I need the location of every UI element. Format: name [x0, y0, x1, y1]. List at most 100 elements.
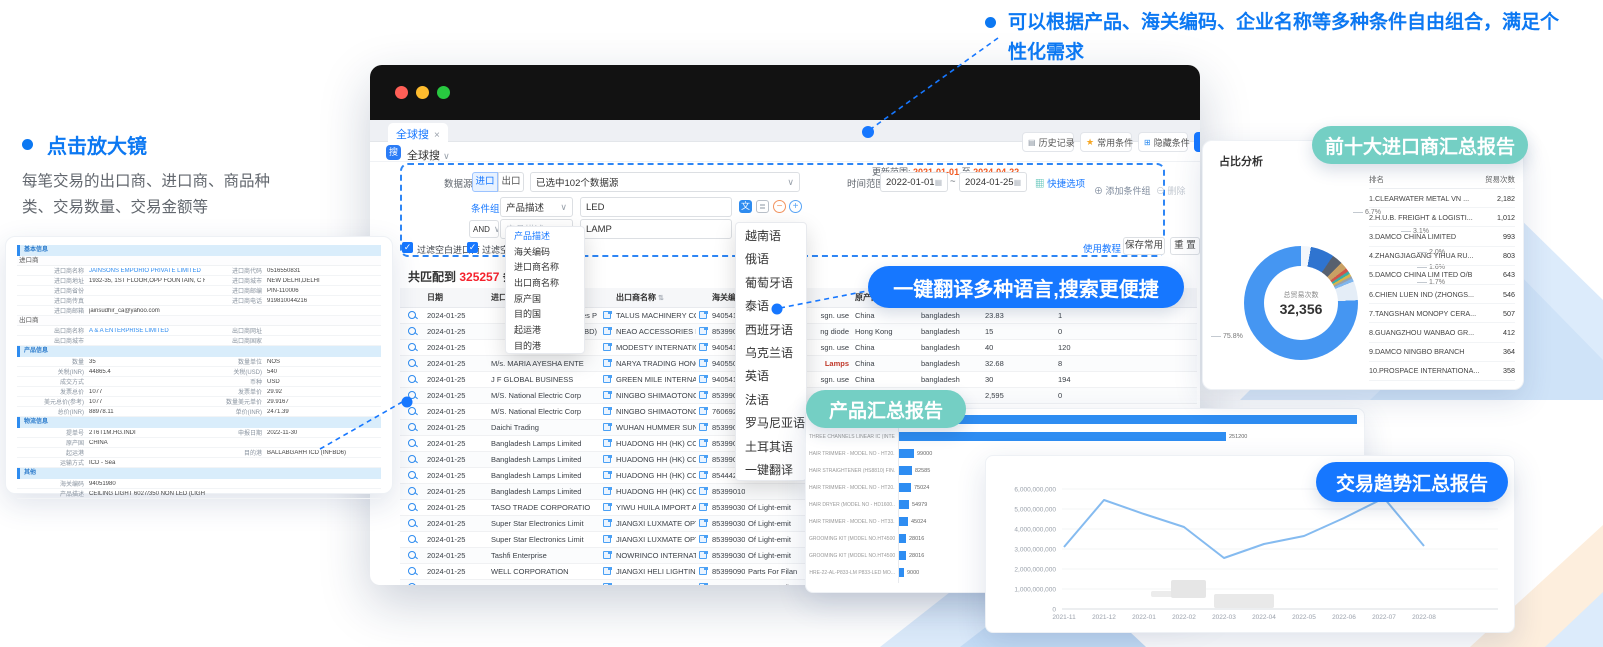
external-link-icon[interactable]	[603, 375, 611, 383]
magnifier-icon[interactable]	[408, 343, 416, 351]
magnifier-icon[interactable]	[408, 359, 416, 367]
tab-global-search[interactable]: 全球搜×	[388, 123, 448, 142]
external-link-icon[interactable]	[699, 567, 707, 575]
external-link-icon[interactable]	[699, 311, 707, 319]
datasource-select[interactable]: 已选中102个数据源∨	[530, 172, 800, 192]
remove-condition-icon[interactable]: −	[773, 200, 786, 213]
external-link-icon[interactable]	[603, 535, 611, 543]
add-condition-group[interactable]: ⊕ 添加条件组	[1094, 184, 1151, 197]
translate-icon[interactable]: 文	[739, 200, 752, 213]
magnifier-icon[interactable]	[408, 327, 416, 335]
external-link-icon[interactable]	[603, 343, 611, 351]
quick-options-link[interactable]: ▦ 快捷选项	[1035, 176, 1085, 190]
match-mode-icon[interactable]: ≣	[756, 200, 769, 213]
history-button[interactable]: ▤历史记录	[1022, 132, 1074, 152]
external-link-icon[interactable]	[699, 439, 707, 447]
magnifier-icon[interactable]	[408, 439, 416, 447]
external-link-icon[interactable]	[603, 423, 611, 431]
list-item[interactable]: 4.ZHANGJIAGANG YIHUA RU...803	[1369, 247, 1515, 266]
list-item[interactable]: 9.DAMCO NINGBO BRANCH364	[1369, 343, 1515, 362]
lang-menu-item[interactable]: 葡萄牙语	[736, 270, 806, 293]
maximize-window-icon[interactable]	[437, 86, 450, 99]
and-or-select[interactable]: AND∨	[469, 220, 499, 238]
external-link-icon[interactable]	[603, 391, 611, 399]
lang-menu-item[interactable]: 法语	[736, 387, 806, 410]
magnifier-icon[interactable]	[408, 407, 416, 415]
external-link-icon[interactable]	[603, 503, 611, 511]
magnifier-icon[interactable]	[408, 583, 416, 586]
list-item[interactable]: 5.DAMCO CHINA LIM ITED O/B643	[1369, 266, 1515, 285]
external-link-icon[interactable]	[699, 343, 707, 351]
external-link-icon[interactable]	[603, 455, 611, 463]
sort-icon[interactable]: ⇅	[658, 295, 664, 302]
field-menu-item[interactable]: 出口商名称	[506, 274, 584, 290]
magnifier-icon[interactable]	[408, 423, 416, 431]
magnifier-icon[interactable]	[408, 455, 416, 463]
external-link-icon[interactable]	[699, 407, 707, 415]
external-link-icon[interactable]	[603, 471, 611, 479]
list-item[interactable]: 7.TANGSHAN MONOPY CERA...507	[1369, 304, 1515, 323]
external-link-icon[interactable]	[699, 359, 707, 367]
tutorial-link[interactable]: 使用教程	[1083, 241, 1121, 255]
magnifier-icon[interactable]	[408, 487, 416, 495]
magnifier-icon[interactable]	[408, 471, 416, 479]
list-item[interactable]: 2.H.U.B. FREIGHT & LOGISTI...1,012	[1369, 208, 1515, 227]
magnifier-icon[interactable]	[408, 535, 416, 543]
favorite-conditions-button[interactable]: ★常用条件	[1080, 132, 1132, 152]
magnifier-icon[interactable]	[408, 375, 416, 383]
lang-menu-item[interactable]: 越南语	[736, 223, 806, 246]
filter-blank-importer-checkbox[interactable]: ✓	[402, 242, 413, 253]
field-menu-item[interactable]: 起运港	[506, 321, 584, 337]
minimize-window-icon[interactable]	[416, 86, 429, 99]
external-link-icon[interactable]	[603, 311, 611, 319]
lang-menu-item[interactable]: 土耳其语	[736, 434, 806, 457]
field-menu-item[interactable]: 目的国	[506, 305, 584, 321]
external-link-icon[interactable]	[699, 551, 707, 559]
external-link-icon[interactable]	[603, 439, 611, 447]
lang-menu-item[interactable]: 英语	[736, 363, 806, 386]
external-link-icon[interactable]	[699, 375, 707, 383]
lang-menu-item[interactable]: 俄语	[736, 246, 806, 269]
keyword-input-2[interactable]: LAMP	[580, 219, 732, 239]
field-menu-item[interactable]: 海关编码	[506, 243, 584, 259]
external-link-icon[interactable]	[603, 519, 611, 527]
export-toggle[interactable]: 出口	[498, 172, 524, 192]
add-condition-icon[interactable]: +	[789, 200, 802, 213]
app-select[interactable]: 全球搜 ∨	[407, 147, 450, 163]
keyword-input-1[interactable]: LED	[580, 197, 732, 217]
magnifier-icon[interactable]	[408, 567, 416, 575]
lang-menu-item[interactable]: 泰语	[736, 293, 806, 316]
close-window-icon[interactable]	[395, 86, 408, 99]
date-from-input[interactable]: 2022-01-01▦	[880, 172, 948, 192]
external-link-icon[interactable]	[699, 583, 707, 586]
lang-menu-item[interactable]: 一键翻译	[736, 457, 806, 480]
close-tab-icon[interactable]: ×	[434, 130, 440, 141]
external-link-icon[interactable]	[699, 391, 707, 399]
lang-menu-item[interactable]: 西班牙语	[736, 317, 806, 340]
magnifier-icon[interactable]	[408, 311, 416, 319]
magnifier-icon[interactable]	[408, 551, 416, 559]
magnifier-icon[interactable]	[408, 519, 416, 527]
lang-menu-item[interactable]: 乌克兰语	[736, 340, 806, 363]
magnifier-icon[interactable]	[408, 503, 416, 511]
list-item[interactable]: 10.PROSPACE INTERNATIONA...358	[1369, 362, 1515, 381]
external-link-icon[interactable]	[603, 487, 611, 495]
field-select-1[interactable]: 产品描述∨	[500, 197, 573, 217]
external-link-icon[interactable]	[699, 423, 707, 431]
external-link-icon[interactable]	[603, 567, 611, 575]
save-favorite-button[interactable]: 保存常用	[1123, 237, 1165, 255]
field-menu-item[interactable]: 原产国	[506, 290, 584, 306]
external-link-icon[interactable]	[699, 503, 707, 511]
external-link-icon[interactable]	[603, 407, 611, 415]
reset-button[interactable]: 重 置	[1170, 237, 1200, 255]
external-link-icon[interactable]	[699, 327, 707, 335]
quick-search-button[interactable]: 快速搜索	[1194, 132, 1200, 152]
list-item[interactable]: 6.CHIEN LUEN IND (ZHONGS...546	[1369, 285, 1515, 304]
external-link-icon[interactable]	[699, 519, 707, 527]
import-toggle[interactable]: 进口	[472, 172, 498, 192]
external-link-icon[interactable]	[603, 551, 611, 559]
list-item[interactable]: 1.CLEARWATER METAL VN ...2,182	[1369, 189, 1515, 208]
list-item[interactable]: 8.GUANGZHOU WANBAO GR...412	[1369, 323, 1515, 342]
external-link-icon[interactable]	[699, 471, 707, 479]
date-to-input[interactable]: 2024-01-25▦	[959, 172, 1027, 192]
